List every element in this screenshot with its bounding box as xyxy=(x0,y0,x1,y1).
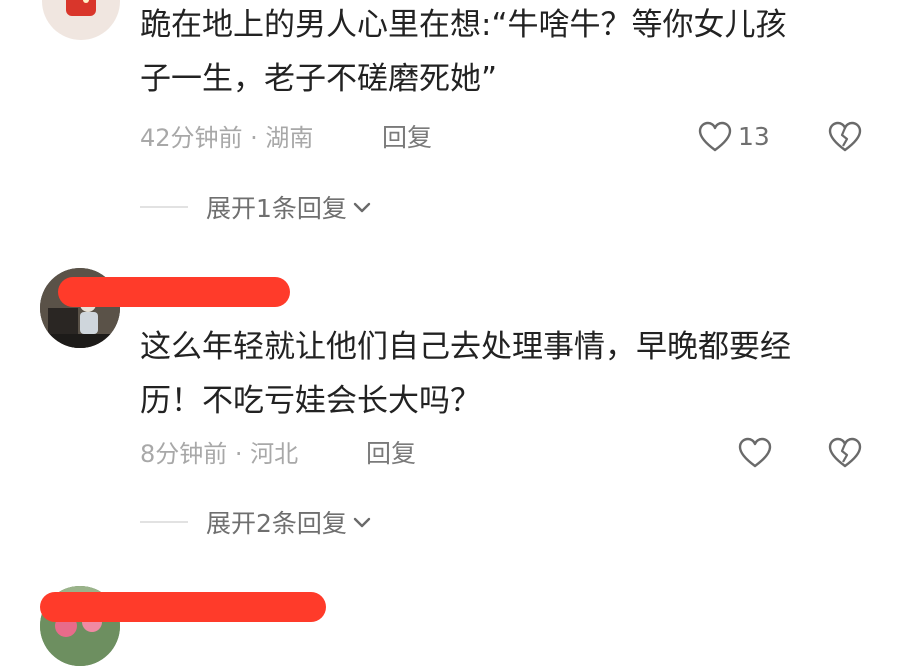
like-button[interactable]: 13 xyxy=(698,121,770,153)
comment-text: 这么年轻就让他们自己去处理事情，早晚都要经 历！不吃亏娃会长大吗？ xyxy=(140,320,880,428)
comment-text: 跪在地上的男人心里在想:“牛啥牛？等你女儿孩 子一生，老子不磋磨死她” xyxy=(140,0,880,106)
like-count: 13 xyxy=(738,122,770,151)
heart-outline-icon xyxy=(738,437,772,469)
avatar[interactable] xyxy=(42,0,120,40)
expand-replies-label: 展开1条回复 xyxy=(206,194,347,223)
dislike-button[interactable] xyxy=(828,437,862,473)
chevron-down-icon xyxy=(351,196,373,218)
divider-line xyxy=(140,521,188,523)
reply-button[interactable]: 回复 xyxy=(382,123,432,153)
like-button[interactable] xyxy=(738,437,772,473)
divider-line xyxy=(140,206,188,208)
redacted-username xyxy=(58,277,290,307)
expand-replies-button[interactable]: 展开1条回复 xyxy=(140,192,373,223)
comment-text-line: 子一生，老子不磋磨死她” xyxy=(140,61,498,97)
dislike-button[interactable] xyxy=(828,121,862,157)
comment-text-line: 跪在地上的男人心里在想:“牛啥牛？等你女儿孩 xyxy=(140,7,787,43)
comment-text-line: 这么年轻就让他们自己去处理事情，早晚都要经 xyxy=(140,329,791,365)
expand-replies-button[interactable]: 展开2条回复 xyxy=(140,507,373,538)
comment-meta: 42分钟前 · 湖南 xyxy=(140,124,314,152)
reply-button[interactable]: 回复 xyxy=(366,439,416,469)
comment-text-line: 历！不吃亏娃会长大吗？ xyxy=(140,383,481,419)
chevron-down-icon xyxy=(351,511,373,533)
redacted-username xyxy=(40,592,326,622)
heart-outline-icon xyxy=(698,121,732,153)
broken-heart-icon xyxy=(828,121,862,153)
broken-heart-icon xyxy=(828,437,862,469)
comment-meta: 8分钟前 · 河北 xyxy=(140,440,299,468)
expand-replies-label: 展开2条回复 xyxy=(206,509,347,538)
